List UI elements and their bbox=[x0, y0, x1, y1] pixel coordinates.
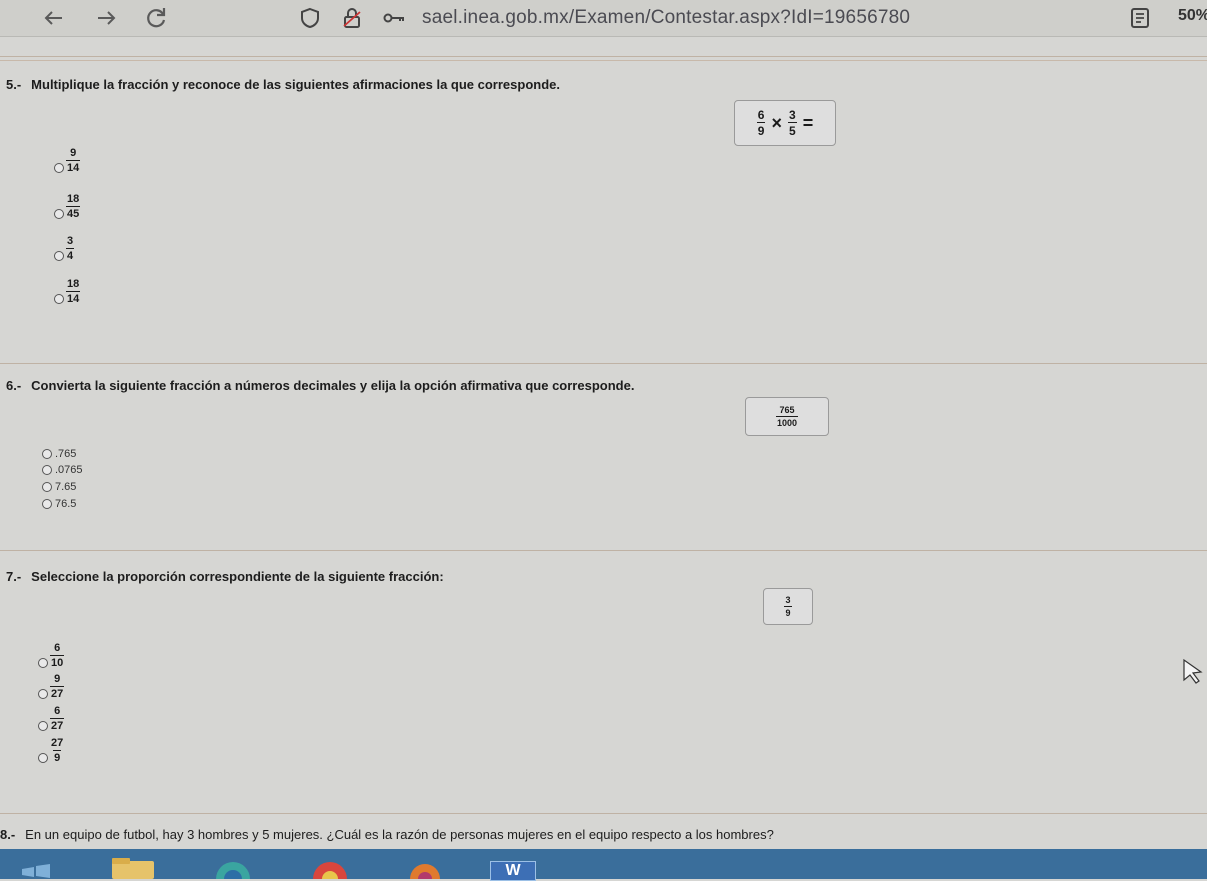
option-fraction: 6 27 bbox=[50, 705, 65, 732]
question-prompt: Multiplique la fracción y reconoce de la… bbox=[31, 77, 560, 92]
back-arrow-icon[interactable] bbox=[40, 4, 68, 32]
question-number: 5.- bbox=[6, 77, 22, 92]
option-fraction: 18 45 bbox=[66, 193, 81, 220]
answer-option[interactable]: .765 bbox=[42, 448, 76, 460]
divider bbox=[0, 60, 1207, 61]
radio-button[interactable] bbox=[38, 753, 48, 763]
option-fraction: 18 14 bbox=[66, 278, 81, 305]
formula-box: 69 × 35 = bbox=[734, 100, 836, 146]
question-text: 5.- Multiplique la fracción y reconoce de… bbox=[6, 77, 560, 92]
option-label: 76.5 bbox=[55, 498, 77, 510]
answer-option[interactable]: 27 9 bbox=[38, 738, 64, 764]
question-prompt: En un equipo de futbol, hay 3 hombres y … bbox=[25, 827, 774, 842]
shield-icon[interactable] bbox=[298, 6, 322, 30]
radio-button[interactable] bbox=[54, 163, 64, 173]
radio-button[interactable] bbox=[38, 658, 48, 668]
radio-button[interactable] bbox=[42, 482, 52, 492]
radio-button[interactable] bbox=[42, 499, 52, 509]
chrome-icon[interactable] bbox=[305, 855, 355, 879]
divider bbox=[0, 813, 1207, 814]
start-icon[interactable] bbox=[16, 855, 56, 879]
radio-button[interactable] bbox=[42, 449, 52, 459]
option-label: .0765 bbox=[55, 464, 83, 476]
answer-option[interactable]: 6 27 bbox=[38, 705, 65, 732]
mouse-cursor-icon bbox=[1183, 658, 1203, 684]
radio-button[interactable] bbox=[54, 209, 64, 219]
question-number: 7.- bbox=[6, 569, 22, 584]
fraction-a: 69 bbox=[756, 108, 766, 138]
divider bbox=[0, 56, 1207, 57]
question-prompt: Convierta la siguiente fracción a número… bbox=[31, 378, 635, 393]
fraction-a: 765 1000 bbox=[775, 404, 799, 428]
multiply-sign: × bbox=[771, 112, 782, 133]
equals-sign: = bbox=[802, 112, 814, 133]
option-fraction: 27 9 bbox=[51, 737, 64, 764]
lock-icon[interactable] bbox=[340, 6, 364, 30]
zoom-level[interactable]: 50% bbox=[1178, 7, 1207, 25]
option-label: .765 bbox=[55, 448, 77, 460]
url-bar[interactable]: sael.inea.gob.mx/Examen/Contestar.aspx?I… bbox=[290, 3, 1160, 33]
answer-option[interactable]: 9 27 bbox=[38, 673, 65, 700]
browser-toolbar: sael.inea.gob.mx/Examen/Contestar.aspx?I… bbox=[0, 0, 1207, 37]
divider bbox=[0, 363, 1207, 364]
answer-option[interactable]: 9 14 bbox=[54, 147, 81, 174]
taskbar: W bbox=[0, 849, 1207, 881]
firefox-icon[interactable] bbox=[400, 855, 450, 879]
answer-option[interactable]: 18 14 bbox=[54, 278, 81, 305]
option-label: 7.65 bbox=[55, 481, 77, 493]
answer-option[interactable]: 34 bbox=[54, 235, 75, 262]
radio-button[interactable] bbox=[38, 721, 48, 731]
radio-button[interactable] bbox=[42, 465, 52, 475]
edge-browser-icon[interactable] bbox=[208, 855, 258, 879]
url-text[interactable]: sael.inea.gob.mx/Examen/Contestar.aspx?I… bbox=[422, 7, 910, 29]
option-fraction: 6 10 bbox=[50, 642, 65, 669]
divider bbox=[0, 550, 1207, 551]
reload-icon[interactable] bbox=[142, 4, 170, 32]
option-fraction: 9 27 bbox=[50, 673, 65, 700]
reader-view-icon[interactable] bbox=[1128, 6, 1152, 30]
forward-arrow-icon[interactable] bbox=[92, 4, 120, 32]
question-text: 6.- Convierta la siguiente fracción a núm… bbox=[6, 378, 634, 393]
exam-page: 5.- Multiplique la fracción y reconoce de… bbox=[0, 36, 1207, 849]
radio-button[interactable] bbox=[38, 689, 48, 699]
option-fraction: 34 bbox=[66, 235, 75, 262]
file-explorer-icon[interactable] bbox=[108, 855, 158, 879]
question-prompt: Seleccione la proporción correspondiente… bbox=[31, 569, 444, 584]
question-number: 6.- bbox=[6, 378, 22, 393]
question-text: 8.- En un equipo de futbol, hay 3 hombres… bbox=[0, 827, 774, 842]
word-icon[interactable]: W bbox=[490, 861, 536, 881]
answer-option[interactable]: .0765 bbox=[42, 464, 83, 476]
fraction-b: 35 bbox=[788, 108, 797, 138]
question-number: 8.- bbox=[0, 827, 16, 842]
answer-option[interactable]: 18 45 bbox=[54, 193, 81, 220]
formula-box: 765 1000 bbox=[745, 397, 829, 436]
option-fraction: 9 14 bbox=[66, 147, 81, 174]
radio-button[interactable] bbox=[54, 294, 64, 304]
radio-button[interactable] bbox=[54, 251, 64, 261]
question-text: 7.- Seleccione la proporción correspondie… bbox=[6, 569, 444, 584]
key-icon[interactable] bbox=[382, 6, 406, 30]
answer-option[interactable]: 76.5 bbox=[42, 498, 76, 510]
answer-option[interactable]: 6 10 bbox=[38, 642, 65, 669]
formula-box: 39 bbox=[763, 588, 813, 625]
fraction-a: 39 bbox=[784, 594, 792, 618]
answer-option[interactable]: 7.65 bbox=[42, 481, 76, 493]
